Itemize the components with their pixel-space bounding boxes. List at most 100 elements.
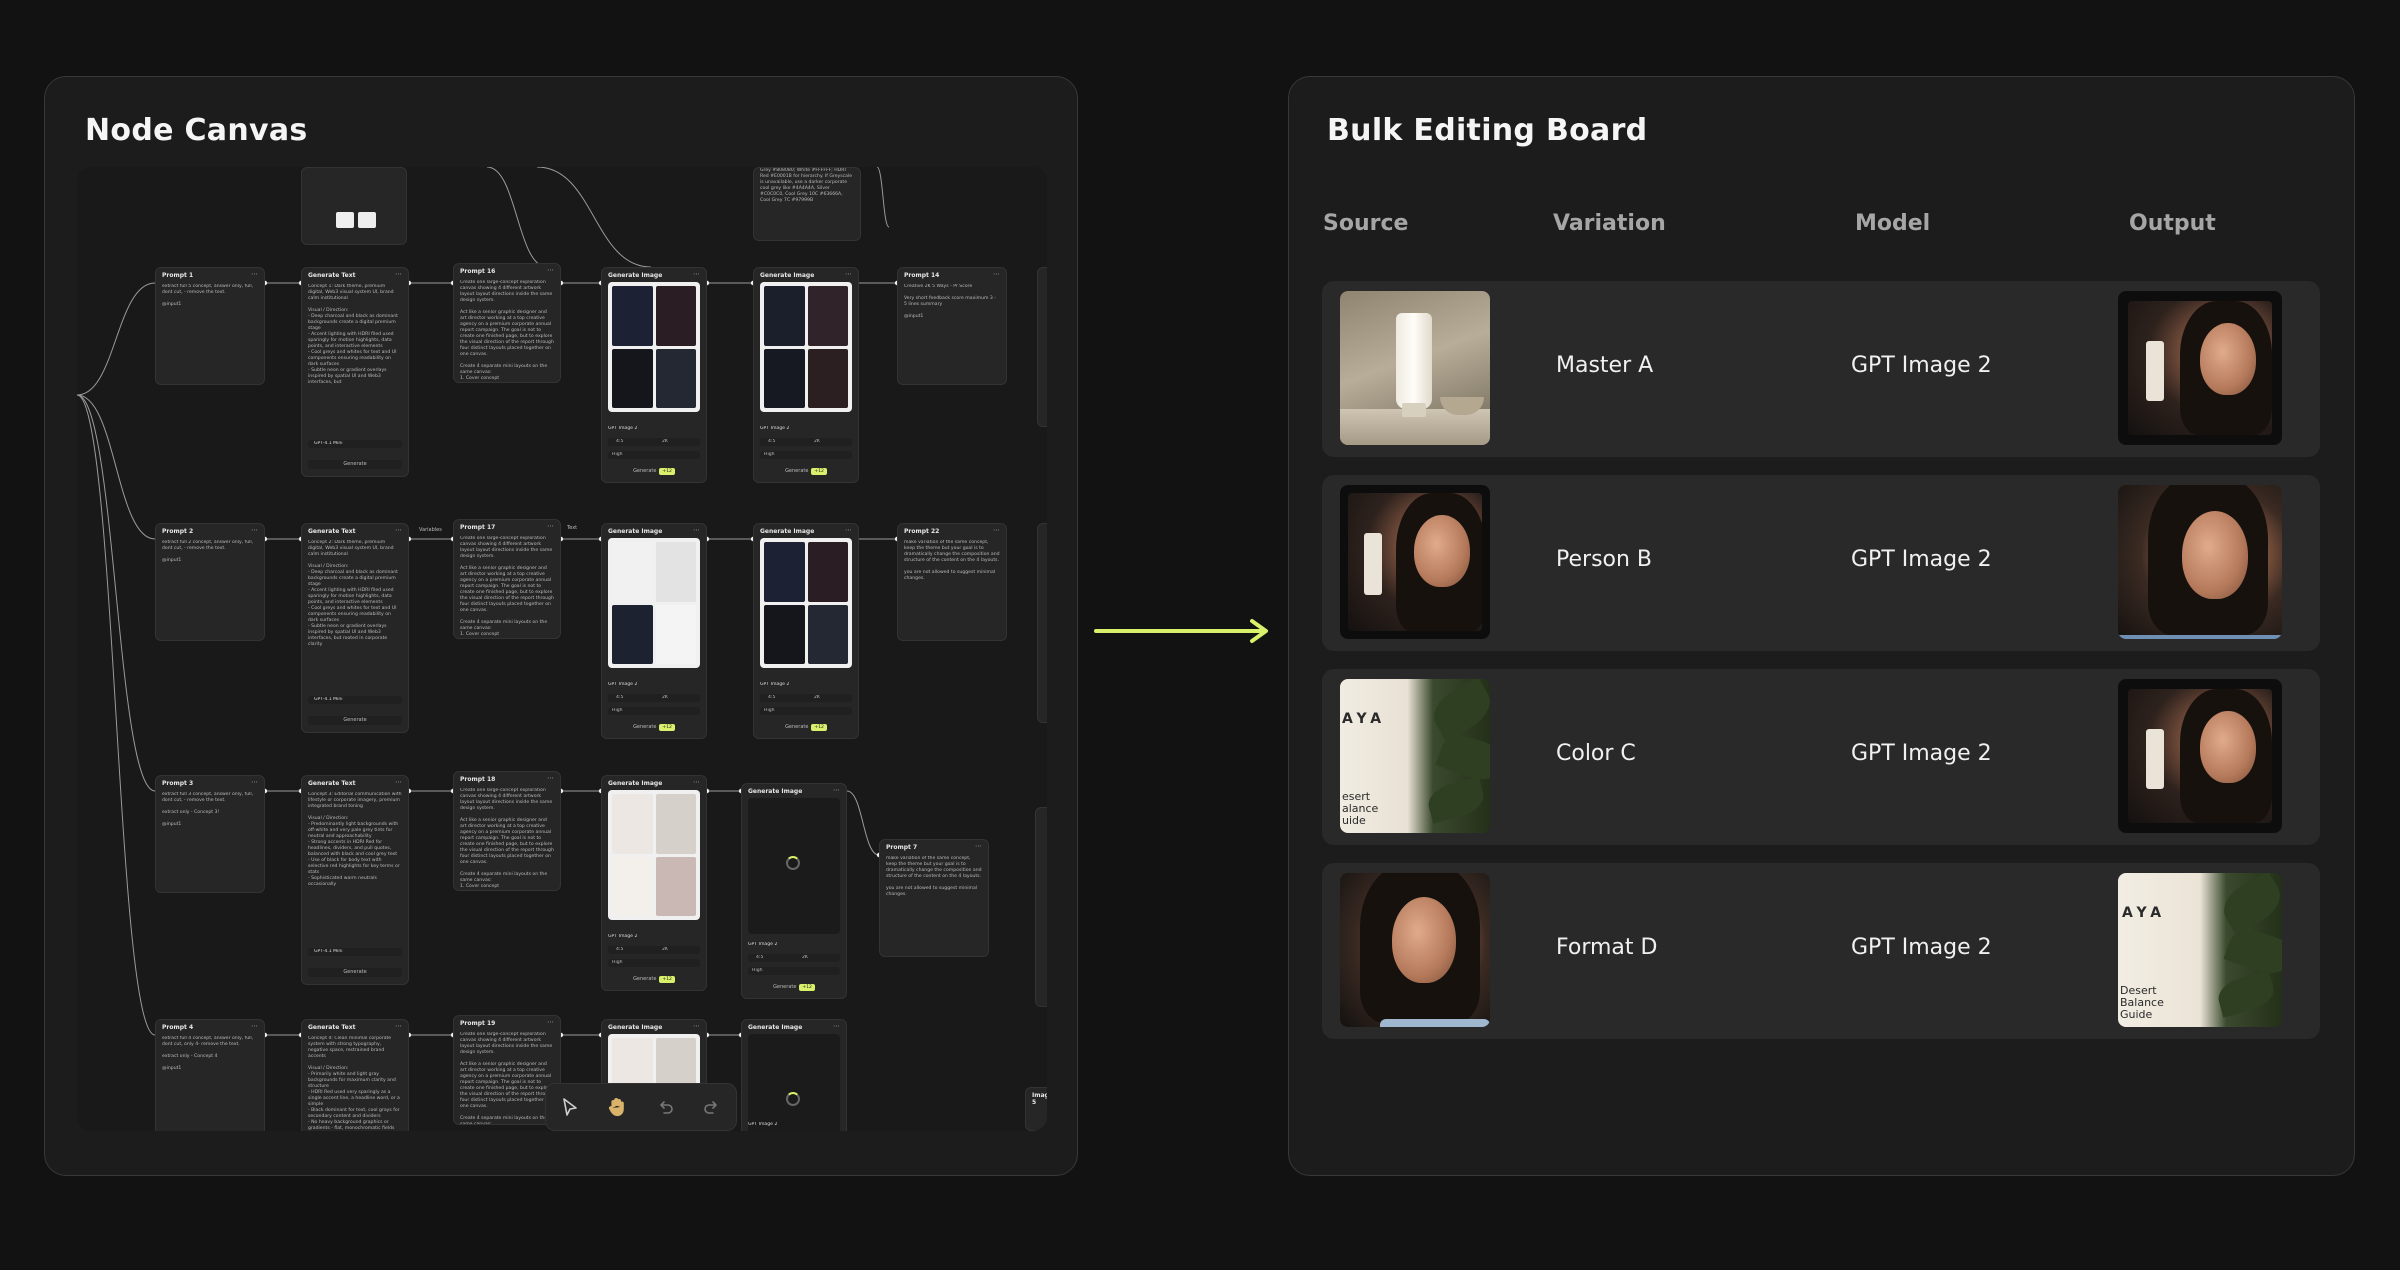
prompt-node[interactable]: Prompt 3 ⋯ extract full 3 concept, answer … <box>155 775 265 893</box>
leaf <box>1426 679 1490 742</box>
generate-button[interactable]: Generate +12 <box>760 467 852 476</box>
more-icon[interactable]: ⋯ <box>251 778 258 786</box>
cursor-icon[interactable] <box>558 1095 582 1119</box>
source-image-portrait[interactable] <box>1340 485 1490 639</box>
prompt-node-partial[interactable]: Colors: #000000, #1A1A1A, #2E2E2E, Grey … <box>753 167 861 241</box>
generate-button[interactable]: Generate <box>308 968 402 977</box>
board-row-person-b[interactable]: Person B GPT Image 2 <box>1322 475 2320 651</box>
prompt-node[interactable]: Prompt 14 ⋯ Creative 2K 5 Ways - Pr Score … <box>897 267 1007 385</box>
source-image-brand[interactable]: AYA esert alance uide <box>1340 679 1490 833</box>
output-image-portrait[interactable] <box>2118 291 2282 445</box>
generated-image[interactable] <box>608 282 700 412</box>
model-label: GPT-4.1 Mini <box>314 949 343 954</box>
model-label: GPT Image 2 <box>748 942 778 947</box>
node-title: Generate Image <box>608 1024 663 1031</box>
connection-wire <box>77 282 156 396</box>
node-partial[interactable] <box>1035 807 1047 1007</box>
source-image-product[interactable] <box>1340 291 1490 445</box>
more-icon[interactable]: ⋯ <box>845 270 852 278</box>
generate-button[interactable]: Generate +12 <box>760 723 852 732</box>
generate-button[interactable]: Generate +12 <box>608 467 700 476</box>
thumbnail <box>764 604 805 664</box>
prompt-node[interactable]: Prompt 16 ⋯ Create one large-concept explo… <box>453 263 561 383</box>
more-icon[interactable]: ⋯ <box>547 774 554 782</box>
output-image-portrait-closeup[interactable] <box>2118 485 2282 639</box>
more-icon[interactable]: ⋯ <box>547 522 554 530</box>
generate-button[interactable]: Generate +12 <box>608 975 700 984</box>
more-icon[interactable]: ⋯ <box>693 526 700 534</box>
quality-value: High <box>764 708 775 713</box>
undo-icon[interactable] <box>653 1095 677 1119</box>
generated-image[interactable] <box>760 282 852 412</box>
more-icon[interactable]: ⋯ <box>833 786 840 794</box>
more-icon[interactable]: ⋯ <box>395 1022 402 1030</box>
held-product <box>1364 533 1382 595</box>
column-header-model: Model <box>1855 211 1931 236</box>
generate-button[interactable]: Generate +12 <box>608 723 700 732</box>
prompt-node[interactable]: Prompt 1 ⋯ extract full 5 concept, answer … <box>155 267 265 385</box>
board-row-master-a[interactable]: Master A GPT Image 2 <box>1322 281 2320 457</box>
generate-image-node[interactable]: Generate Image⋯GPT Image 24:52KHighGener… <box>741 783 847 999</box>
node-title: Prompt 18 <box>460 776 496 783</box>
more-icon[interactable]: ⋯ <box>845 526 852 534</box>
generated-image[interactable] <box>760 538 852 668</box>
generate-button[interactable]: Generate <box>308 460 402 469</box>
prompt-node[interactable]: Prompt 17 ⋯ Create one large-concept explo… <box>453 519 561 639</box>
credit-badge: +12 <box>659 468 675 475</box>
generated-image[interactable] <box>608 790 700 920</box>
more-icon[interactable]: ⋯ <box>693 270 700 278</box>
generate-button[interactable]: Generate +12 <box>748 983 840 992</box>
output-image-portrait[interactable] <box>2118 679 2282 833</box>
more-icon[interactable]: ⋯ <box>547 266 554 274</box>
more-icon[interactable]: ⋯ <box>693 1022 700 1030</box>
generate-text-node[interactable]: Generate Text ⋯ Concept 4: Clean minimal c… <box>301 1019 409 1131</box>
generate-button[interactable]: Generate <box>308 716 402 725</box>
product-photo <box>1340 291 1490 445</box>
generate-text-node[interactable]: Generate Text ⋯ Concept 1: Dark theme, pre… <box>301 267 409 477</box>
prompt-node[interactable]: Prompt 4 ⋯ extract full 4 concept, answer … <box>155 1019 265 1131</box>
more-icon[interactable]: ⋯ <box>395 778 402 786</box>
node-canvas[interactable]: Colors: #000000, #1A1A1A, #2E2E2E, Grey … <box>77 167 1047 1131</box>
node-title: Generate Image <box>748 1024 803 1031</box>
node-title: Generate Text <box>308 272 356 279</box>
more-icon[interactable]: ⋯ <box>251 526 258 534</box>
prompt-node[interactable]: Prompt 22 ⋯ make variation of the same con… <box>897 523 1007 641</box>
more-icon[interactable]: ⋯ <box>395 526 402 534</box>
more-icon[interactable]: ⋯ <box>693 778 700 786</box>
node-partial[interactable] <box>1037 523 1047 723</box>
generate-image-node[interactable]: Generate Image⋯GPT Image 24:52KHighGener… <box>753 523 859 739</box>
node-partial[interactable] <box>1037 267 1047 427</box>
leaf <box>2223 923 2282 981</box>
hand-icon[interactable] <box>605 1095 629 1119</box>
more-icon[interactable]: ⋯ <box>993 270 1000 278</box>
generate-text-node[interactable]: Generate Text ⋯ Concept 3: Editorial commu… <box>301 775 409 985</box>
more-icon[interactable]: ⋯ <box>251 270 258 278</box>
redo-icon[interactable] <box>700 1095 724 1119</box>
prompt-node[interactable]: Prompt 7 ⋯ make variation of the same conc… <box>879 839 989 957</box>
generate-image-node[interactable]: Generate Image⋯GPT Image 24:52KHighGener… <box>601 775 707 991</box>
more-icon[interactable]: ⋯ <box>975 842 982 850</box>
more-icon[interactable]: ⋯ <box>833 1022 840 1030</box>
generate-image-node[interactable]: Generate Image⋯GPT Image 24:52KHighGener… <box>741 1019 847 1131</box>
prompt-node[interactable]: Prompt 18 ⋯ Create one large-concept explo… <box>453 771 561 891</box>
board-row-color-c[interactable]: AYA esert alance uide Color C GPT Image … <box>1322 669 2320 845</box>
more-icon[interactable]: ⋯ <box>547 1018 554 1026</box>
generate-text-node[interactable]: Generate Text ⋯ Concept 2: Dark theme, pre… <box>301 523 409 733</box>
thumbnail <box>807 286 848 346</box>
generate-label: Generate <box>633 468 657 474</box>
source-image-portrait-closeup[interactable] <box>1340 873 1490 1027</box>
output-image-brand[interactable]: AYA Desert Balance Guide <box>2118 873 2282 1027</box>
board-row-format-d[interactable]: Format D GPT Image 2 AYA Desert Balance … <box>1322 863 2320 1039</box>
image-node-partial[interactable] <box>301 167 407 245</box>
more-icon[interactable]: ⋯ <box>251 1022 258 1030</box>
generated-image[interactable] <box>608 538 700 668</box>
more-icon[interactable]: ⋯ <box>395 270 402 278</box>
generate-image-node[interactable]: Generate Image⋯GPT Image 24:52KHighGener… <box>753 267 859 483</box>
model-label: GPT Image 2 <box>608 426 638 431</box>
more-icon[interactable]: ⋯ <box>993 526 1000 534</box>
generate-image-node[interactable]: Generate Image⋯GPT Image 24:52KHighGener… <box>601 267 707 483</box>
generate-image-node[interactable]: Generate Image⋯GPT Image 24:52KHighGener… <box>601 523 707 739</box>
prompt-node[interactable]: Prompt 2 ⋯ extract full 2 concept, answer … <box>155 523 265 641</box>
node-title: Generate Text <box>308 528 356 535</box>
image-node-partial[interactable]: Image 5 <box>1025 1087 1047 1131</box>
